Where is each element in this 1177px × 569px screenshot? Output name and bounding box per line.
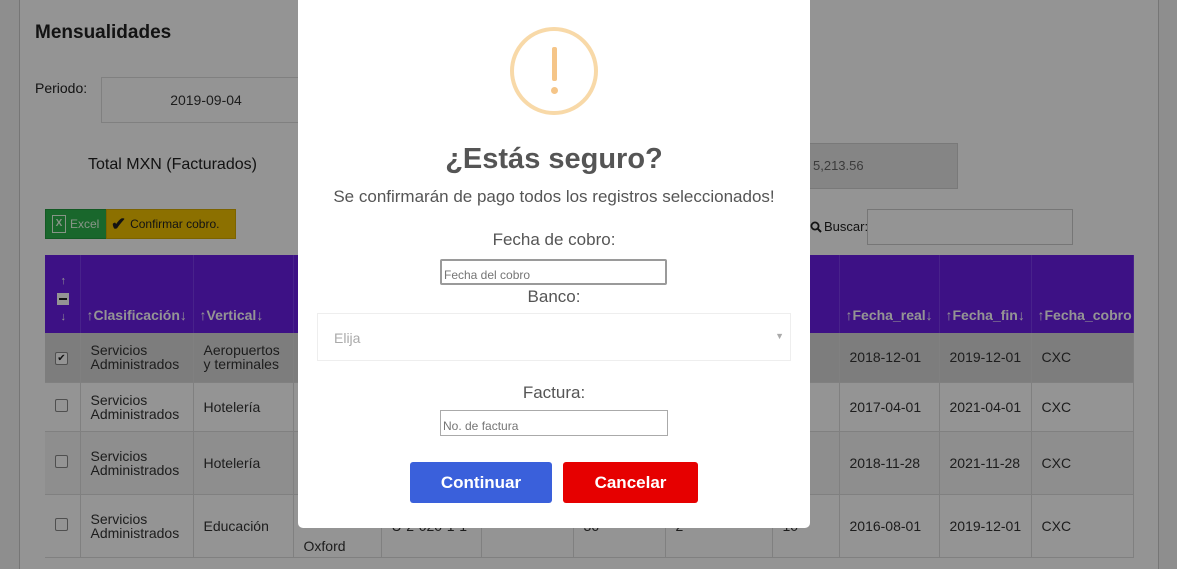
warning-icon bbox=[510, 27, 598, 115]
fecha-cobro-label: Fecha de cobro: bbox=[492, 230, 616, 249]
fecha-cobro-input[interactable] bbox=[440, 259, 667, 285]
dialog-message: Se confirmarán de pago todos los registr… bbox=[333, 187, 775, 206]
cancel-button[interactable]: Cancelar bbox=[563, 462, 698, 503]
confirm-dialog: ¿Estás seguro? Se confirmarán de pago to… bbox=[298, 0, 810, 528]
banco-selected-value: Elija bbox=[334, 330, 361, 346]
chevron-down-icon: ▼ bbox=[775, 331, 784, 341]
factura-input[interactable] bbox=[440, 410, 668, 436]
banco-label: Banco: bbox=[527, 287, 581, 306]
factura-label: Factura: bbox=[522, 383, 586, 402]
continue-button[interactable]: Continuar bbox=[410, 462, 552, 503]
banco-select[interactable]: Elija ▼ bbox=[317, 313, 791, 361]
dialog-title: ¿Estás seguro? bbox=[445, 143, 663, 175]
